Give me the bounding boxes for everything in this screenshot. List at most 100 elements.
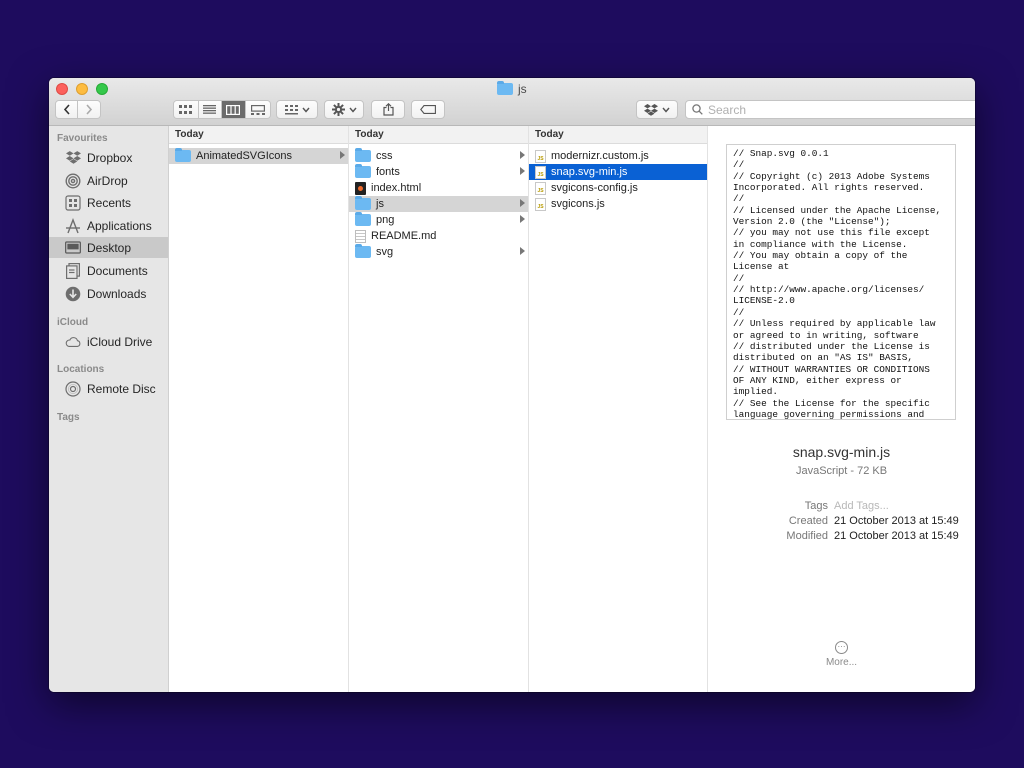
item-label: README.md: [371, 230, 437, 242]
list-item-svgicons-js[interactable]: JS svgicons.js: [529, 196, 707, 212]
list-item-png[interactable]: png: [349, 212, 528, 228]
zoom-window-button[interactable]: [96, 83, 108, 95]
view-mode-control: [173, 100, 271, 119]
column-header: Today: [169, 126, 348, 144]
code-line: OF ANY KIND, either express or: [733, 374, 902, 386]
search-icon: [692, 104, 703, 115]
list-item-modernizr-custom-js[interactable]: JS modernizr.custom.js: [529, 148, 707, 164]
sidebar-item-applications[interactable]: Applications: [49, 215, 168, 236]
modified-label: Modified: [786, 530, 828, 542]
ellipsis-icon: ···: [835, 641, 848, 654]
list-item-snap-svg-min-js[interactable]: JS snap.svg-min.js: [529, 164, 707, 180]
forward-button[interactable]: [78, 101, 100, 118]
columns-icon: [226, 104, 241, 115]
list-view-button[interactable]: [198, 101, 223, 118]
code-line: // http://www.apache.org/licenses/: [733, 284, 925, 296]
js-file-icon: JS: [535, 181, 546, 195]
preview-file-kind: JavaScript - 72 KB: [795, 465, 888, 477]
sidebar-item-dropbox[interactable]: Dropbox: [49, 147, 168, 168]
sidebar-item-label: Applications: [87, 218, 152, 233]
code-line: License at: [733, 261, 790, 273]
created-label: Created: [788, 515, 828, 527]
list-item-js[interactable]: js: [349, 196, 528, 212]
list-item-svgicons-config-js[interactable]: JS svgicons-config.js: [529, 180, 707, 196]
code-line: // WITHOUT WARRANTIES OR CONDITIONS: [733, 363, 930, 375]
chevron-down-icon: [301, 107, 310, 113]
disclosure-arrow-icon: [520, 167, 525, 175]
code-line: //: [733, 306, 745, 318]
more-button[interactable]: ··· More...: [708, 641, 975, 668]
sidebar-item-label: Recents: [87, 195, 132, 210]
column-header: Today: [349, 126, 528, 144]
group-by-button[interactable]: [276, 100, 318, 119]
file-content-preview[interactable]: // Snap.svg 0.0.1//// Copyright (c) 2013…: [726, 144, 956, 420]
column-header: Today: [529, 126, 707, 144]
dropbox-icon: [65, 150, 81, 166]
minimize-window-button[interactable]: [76, 83, 88, 95]
window-title-text: js: [518, 82, 527, 96]
item-label: snap.svg-min.js: [551, 166, 628, 178]
folder-icon: [355, 212, 371, 226]
share-button[interactable]: [371, 100, 405, 119]
sidebar-item-icloud-drive[interactable]: iCloud Drive: [49, 331, 168, 352]
sidebar-item-airdrop[interactable]: AirDrop: [49, 170, 168, 191]
close-window-button[interactable]: [56, 83, 68, 95]
sidebar-item-desktop[interactable]: Desktop: [49, 237, 168, 258]
sidebar-item-label: Downloads: [87, 286, 147, 301]
list-item-css[interactable]: css: [349, 148, 528, 164]
code-line: Incorporated. All rights reserved.: [733, 182, 925, 194]
folder-icon: [355, 164, 371, 178]
share-icon: [382, 103, 394, 116]
sidebar-section-favourites: Favourites: [57, 133, 108, 144]
sidebar-item-downloads[interactable]: Downloads: [49, 283, 168, 304]
sidebar-item-label: Remote Disc: [87, 381, 156, 396]
list-item-animatedsvgicons[interactable]: AnimatedSVGIcons: [169, 148, 348, 164]
folder-icon: [355, 196, 371, 210]
clock-icon: [65, 194, 81, 211]
text-file-icon: [355, 229, 366, 243]
document-icon: [65, 262, 81, 279]
item-label: svgicons-config.js: [551, 182, 638, 194]
add-tags-field[interactable]: Add Tags...: [834, 500, 889, 512]
download-icon: [65, 286, 81, 302]
dropbox-menu-button[interactable]: [636, 100, 678, 119]
icon-view-button[interactable]: [174, 101, 199, 118]
code-line: //: [733, 193, 745, 205]
chevron-down-icon: [348, 107, 357, 113]
code-line: // Unless required by applicable law: [733, 318, 936, 330]
preview-file-name: snap.svg-min.js: [792, 444, 891, 460]
search-input[interactable]: [708, 102, 975, 117]
back-button[interactable]: [56, 101, 79, 118]
tag-icon: [420, 105, 436, 114]
gear-icon: [331, 103, 345, 116]
disclosure-arrow-icon: [340, 151, 345, 159]
list-item-svg[interactable]: svg: [349, 244, 528, 260]
disclosure-arrow-icon: [520, 247, 525, 255]
list-item-readme-md[interactable]: README.md: [349, 228, 528, 244]
airdrop-icon: [65, 172, 81, 189]
code-line: // See the License for the specific: [733, 397, 930, 409]
disclosure-arrow-icon: [520, 199, 525, 207]
gallery-view-button[interactable]: [245, 101, 270, 118]
disc-icon: [65, 380, 81, 397]
sidebar-item-documents[interactable]: Documents: [49, 260, 168, 281]
code-line: in compliance with the License.: [733, 238, 908, 250]
search-field[interactable]: [685, 100, 975, 119]
folder-icon: [175, 148, 191, 162]
dropbox-icon: [644, 103, 658, 116]
list-item-index-html[interactable]: index.html: [349, 180, 528, 196]
action-button[interactable]: [324, 100, 364, 119]
code-line: // distributed under the License is: [733, 340, 930, 352]
sidebar-item-label: Dropbox: [87, 150, 133, 165]
code-line: // Copyright (c) 2013 Adobe Systems: [733, 170, 930, 182]
item-label: svgicons.js: [551, 198, 605, 210]
edit-tags-button[interactable]: [411, 100, 445, 119]
more-label: More...: [825, 657, 858, 668]
column-view-button[interactable]: [222, 101, 246, 118]
folder-icon: [355, 244, 371, 258]
list-item-fonts[interactable]: fonts: [349, 164, 528, 180]
code-line: // Licensed under the Apache License,: [733, 204, 942, 216]
sidebar-item-remote-disc[interactable]: Remote Disc: [49, 378, 168, 399]
sidebar-item-recents[interactable]: Recents: [49, 192, 168, 213]
navigation-buttons: [55, 100, 101, 119]
